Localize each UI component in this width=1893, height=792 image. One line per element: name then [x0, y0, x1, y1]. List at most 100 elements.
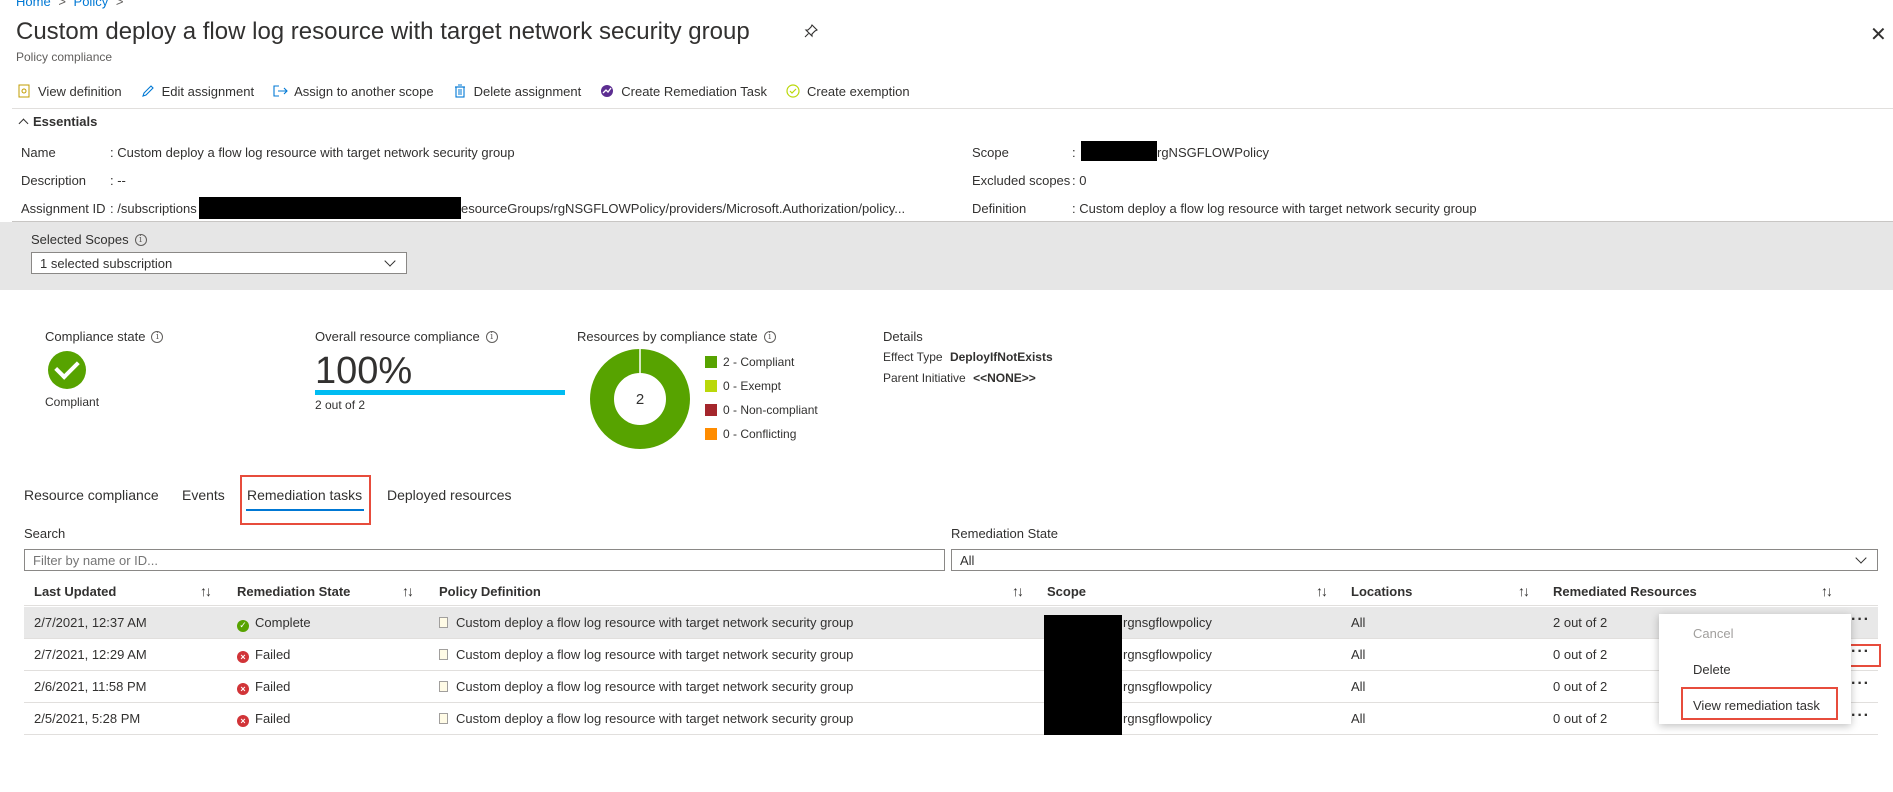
- policy-definition-link[interactable]: Custom deploy a flow log resource with t…: [456, 615, 853, 630]
- sort-icon[interactable]: ↑↓: [1821, 583, 1833, 599]
- legend-item[interactable]: 0 - Non-compliant: [705, 403, 818, 417]
- context-menu: Cancel Delete View remediation task: [1659, 614, 1851, 724]
- create-exemption-label: Create exemption: [806, 83, 910, 99]
- policy-document-icon: [439, 649, 448, 660]
- search-input[interactable]: [24, 549, 945, 571]
- policy-document-icon: [439, 681, 448, 692]
- compliance-progress-bar: [315, 390, 565, 395]
- sort-icon[interactable]: ↑↓: [402, 583, 414, 599]
- policy-definition-link[interactable]: Custom deploy a flow log resource with t…: [456, 647, 853, 662]
- legend-item[interactable]: 2 - Compliant: [705, 355, 818, 369]
- breadcrumb-policy[interactable]: Policy: [74, 0, 109, 9]
- cell-remediation-state: × Failed: [237, 647, 290, 663]
- highlight-box: [1681, 687, 1838, 720]
- cell-last-updated: 2/5/2021, 5:28 PM: [34, 711, 141, 726]
- essentials-toggle[interactable]: Essentials: [18, 114, 97, 129]
- cell-remediated-resources: 2 out of 2: [1553, 615, 1608, 630]
- sort-icon[interactable]: ↑↓: [1518, 583, 1530, 599]
- edit-assignment-button[interactable]: Edit assignment: [140, 83, 254, 99]
- delete-assignment-button[interactable]: Delete assignment: [452, 83, 582, 99]
- sort-icon[interactable]: ↑↓: [1316, 583, 1328, 599]
- info-icon[interactable]: i: [485, 330, 498, 343]
- scope-dropdown-value: 1 selected subscription: [40, 255, 173, 271]
- tab-resource-compliance[interactable]: Resource compliance: [24, 487, 159, 503]
- tab-events[interactable]: Events: [182, 487, 225, 503]
- compliant-check-icon: [48, 351, 86, 389]
- pencil-icon: [140, 83, 156, 99]
- trash-icon: [452, 83, 468, 99]
- context-menu-cancel: Cancel: [1693, 626, 1734, 641]
- legend-swatch: [705, 428, 717, 440]
- policy-definition-link[interactable]: Custom deploy a flow log resource with t…: [456, 711, 853, 726]
- command-bar: View definition Edit assignment Assign t…: [16, 80, 910, 102]
- divider: [12, 108, 1893, 109]
- create-exemption-button[interactable]: Create exemption: [785, 83, 910, 99]
- legend-label: 0 - Exempt: [723, 379, 782, 393]
- create-remediation-label: Create Remediation Task: [621, 83, 767, 99]
- table-row[interactable]: 2/6/2021, 11:58 PM × Failed Custom deploy…: [24, 671, 1878, 703]
- highlight-box: [240, 475, 371, 525]
- table-row[interactable]: 2/7/2021, 12:29 AM × Failed Custom deploy…: [24, 639, 1878, 671]
- pin-icon[interactable]: [804, 24, 818, 42]
- status-complete-icon: ✓: [237, 619, 249, 632]
- cell-locations: All: [1351, 711, 1366, 726]
- cell-policy-definition: Custom deploy a flow log resource with t…: [439, 615, 853, 630]
- assign-scope-button[interactable]: Assign to another scope: [272, 83, 434, 99]
- remediation-state-dropdown[interactable]: All: [951, 549, 1878, 571]
- cell-remediation-state: × Failed: [237, 711, 290, 727]
- info-icon[interactable]: i: [151, 330, 164, 343]
- legend-item[interactable]: 0 - Conflicting: [705, 427, 818, 441]
- breadcrumb: Home > Policy >: [16, 0, 127, 9]
- scope-label: Scope: [972, 145, 1009, 160]
- cell-remediated-resources: 0 out of 2: [1553, 711, 1608, 726]
- column-header-last-updated[interactable]: Last Updated: [34, 584, 116, 599]
- more-options-icon[interactable]: ···: [1851, 675, 1870, 693]
- tab-deployed-resources[interactable]: Deployed resources: [387, 487, 512, 503]
- more-options-icon[interactable]: ···: [1851, 611, 1870, 629]
- column-header-scope[interactable]: Scope: [1047, 584, 1086, 599]
- cell-scope: rgnsgflowpolicy: [1123, 711, 1212, 726]
- chevron-up-icon: [18, 118, 29, 129]
- cell-policy-definition: Custom deploy a flow log resource with t…: [439, 647, 853, 662]
- overall-compliance-percent: 100%: [315, 350, 413, 392]
- breadcrumb-home[interactable]: Home: [16, 0, 51, 9]
- column-header-locations[interactable]: Locations: [1351, 584, 1412, 599]
- policy-definition-link[interactable]: Custom deploy a flow log resource with t…: [456, 679, 853, 694]
- breadcrumb-separator: >: [115, 0, 124, 9]
- sort-icon[interactable]: ↑↓: [1012, 583, 1024, 599]
- excluded-scopes-value: : 0: [1072, 173, 1087, 188]
- close-icon[interactable]: ✕: [1870, 22, 1887, 47]
- view-definition-button[interactable]: View definition: [16, 83, 122, 99]
- overall-compliance-text: Overall resource compliance: [315, 329, 480, 344]
- legend-label: 0 - Conflicting: [723, 427, 797, 441]
- create-remediation-button[interactable]: Create Remediation Task: [599, 83, 767, 99]
- context-menu-delete[interactable]: Delete: [1693, 662, 1731, 677]
- table-row[interactable]: 2/7/2021, 12:37 AM ✓ Complete Custom depl…: [24, 607, 1878, 639]
- more-options-icon[interactable]: ···: [1851, 707, 1870, 725]
- scope-value-link[interactable]: rgNSGFLOWPolicy: [1157, 145, 1269, 160]
- legend-item[interactable]: 0 - Exempt: [705, 379, 818, 393]
- info-icon[interactable]: i: [763, 330, 776, 343]
- status-failed-icon: ×: [237, 715, 249, 727]
- column-header-policy-definition[interactable]: Policy Definition: [439, 584, 541, 599]
- excluded-scopes-label: Excluded scopes: [972, 173, 1071, 188]
- cell-remediated-resources: 0 out of 2: [1553, 647, 1608, 662]
- exemption-check-icon: [785, 83, 801, 99]
- column-header-remediated-resources[interactable]: Remediated Resources: [1553, 584, 1697, 599]
- status-text: Complete: [255, 615, 311, 630]
- parent-initiative-value: <<NONE>>: [973, 371, 1036, 385]
- scope-dropdown[interactable]: 1 selected subscription: [31, 252, 407, 274]
- info-icon[interactable]: i: [134, 233, 147, 246]
- column-header-remediation-state[interactable]: Remediation State: [237, 584, 350, 599]
- cell-locations: All: [1351, 615, 1366, 630]
- search-label: Search: [24, 526, 66, 541]
- cell-policy-definition: Custom deploy a flow log resource with t…: [439, 711, 853, 726]
- sort-icon[interactable]: ↑↓: [200, 583, 212, 599]
- overall-compliance-label: Overall resource compliance i: [315, 329, 498, 344]
- by-state-text: Resources by compliance state: [577, 329, 758, 344]
- delete-assignment-label: Delete assignment: [473, 83, 582, 99]
- redacted-block: [1044, 615, 1122, 735]
- divider: [12, 221, 1893, 222]
- table-row[interactable]: 2/5/2021, 5:28 PM × Failed Custom deploy …: [24, 703, 1878, 735]
- by-state-label: Resources by compliance state i: [577, 329, 776, 344]
